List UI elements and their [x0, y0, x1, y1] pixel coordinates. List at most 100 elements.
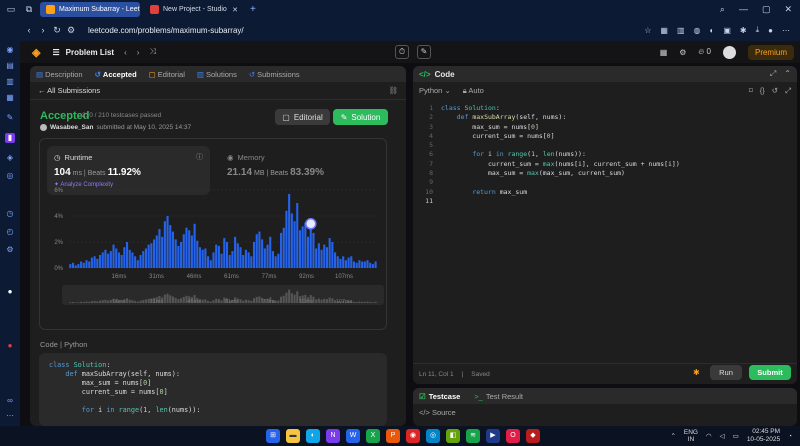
fullscreen-icon[interactable]: ⤢	[785, 86, 791, 96]
back-to-submissions-link[interactable]: ← All Submissions	[38, 86, 100, 95]
editorial-button[interactable]: ▢ Editorial	[275, 109, 330, 125]
forward-icon[interactable]: ›	[36, 25, 50, 35]
expand-icon[interactable]: ⤢	[770, 69, 776, 79]
shuffle-icon[interactable]: ⤨	[149, 47, 155, 57]
puzzle-icon[interactable]: ✱	[740, 26, 747, 35]
extension-icon[interactable]: ◐	[710, 26, 715, 35]
browser-icon[interactable]: ◎	[426, 429, 440, 443]
battery-icon[interactable]: ▭	[733, 432, 739, 440]
search-icon[interactable]: ⌕	[720, 4, 725, 15]
link-icon[interactable]: ⛓	[388, 86, 398, 95]
word-icon[interactable]: W	[346, 429, 360, 443]
extension-icon[interactable]: ◍	[694, 26, 701, 35]
new-tab-button[interactable]: +	[250, 4, 256, 15]
sidebar-app-icon[interactable]: ◴	[5, 227, 15, 237]
star-icon[interactable]: ☆	[644, 26, 651, 35]
submit-button[interactable]: Submit	[749, 365, 791, 380]
sidebar-app-icon[interactable]: ✎	[5, 113, 15, 123]
settings-icon[interactable]: ⚙	[679, 48, 686, 57]
reset-icon[interactable]: ↺	[772, 86, 778, 96]
powerpoint-icon[interactable]: P	[386, 429, 400, 443]
start-icon[interactable]: ⊞	[266, 429, 280, 443]
profile-icon[interactable]: ●	[768, 26, 773, 35]
streak-counter[interactable]: 🔥︎ 0	[698, 47, 711, 57]
reload-icon[interactable]: ↻	[50, 25, 64, 36]
format-icon[interactable]: {}	[760, 86, 765, 96]
next-problem-icon[interactable]: ›	[137, 48, 140, 57]
opera-icon[interactable]: O	[506, 429, 520, 443]
sidebar-app-icon[interactable]: ▤	[5, 61, 15, 71]
language-indicator[interactable]: ENG IN	[684, 429, 698, 443]
code-lines[interactable]: class Solution: def maxSubArray(self, nu…	[441, 104, 680, 197]
layout-icon[interactable]: ▦	[660, 48, 668, 57]
sidebar-app-icon[interactable]: ●	[5, 341, 15, 351]
chevron-up-icon[interactable]: ⌃	[670, 432, 675, 440]
tab-editorial[interactable]: ▢ Editorial	[149, 70, 185, 79]
sidebar-app-icon[interactable]: ∞	[5, 396, 15, 406]
debug-icon[interactable]: ✱	[693, 368, 700, 377]
your-submission-marker[interactable]	[305, 218, 317, 230]
sidebar-app-icon[interactable]: ◈	[5, 153, 15, 163]
site-info-icon[interactable]: ⚙	[64, 25, 78, 36]
nvidia-icon[interactable]: ◧	[446, 429, 460, 443]
media-icon[interactable]: ▶	[486, 429, 500, 443]
app-icon[interactable]: ◆	[526, 429, 540, 443]
tab-maximum-subarray[interactable]: Maximum Subarray - Leet ✕	[40, 2, 140, 17]
bookmark-icon[interactable]: ⌑	[749, 86, 753, 96]
tab-testcase[interactable]: ☑ Testcase	[419, 392, 460, 401]
sidebar-app-icon[interactable]: ●	[5, 287, 15, 297]
tab-accepted[interactable]: ↺ Accepted	[95, 70, 137, 79]
username-link[interactable]: Wasabee_San	[50, 124, 93, 131]
notes-icon[interactable]: ✎	[417, 45, 431, 59]
timer-icon[interactable]: ⏱	[395, 45, 409, 59]
maximize-icon[interactable]: ▢	[762, 4, 771, 15]
url-field[interactable]: leetcode.com/problems/maximum-subarray/	[88, 26, 244, 35]
source-toggle[interactable]: </> Source	[413, 404, 797, 421]
sidebar-toggle-icon[interactable]: ▭	[4, 3, 18, 17]
extension-icon[interactable]: ▦	[660, 26, 668, 35]
run-button[interactable]: Run	[710, 365, 742, 380]
file-explorer-icon[interactable]: ▬	[286, 429, 300, 443]
clock[interactable]: 02:45 PM 10-05-2025	[747, 428, 780, 444]
sidebar-app-icon[interactable]: ◷	[5, 209, 15, 219]
sidebar-app-icon[interactable]: ▦	[5, 93, 15, 103]
twitch-icon[interactable]: ▮	[5, 133, 15, 143]
onenote-icon[interactable]: N	[326, 429, 340, 443]
close-tab-icon[interactable]: ✕	[232, 6, 238, 14]
collapse-icon[interactable]: ⌃	[784, 69, 791, 79]
tab-solutions[interactable]: ▥ Solutions	[197, 70, 237, 79]
chrome-icon[interactable]: ◉	[406, 429, 420, 443]
sidebar-app-icon[interactable]: ▥	[5, 77, 15, 87]
excel-icon[interactable]: X	[366, 429, 380, 443]
sidebar-app-icon[interactable]: ◉	[5, 45, 15, 55]
language-select[interactable]: Python ⌄	[419, 86, 451, 95]
more-icon[interactable]: ⋯	[5, 411, 15, 421]
wifi-icon[interactable]: ◠	[706, 432, 712, 440]
prev-problem-icon[interactable]: ‹	[124, 48, 127, 57]
tab-description[interactable]: ▤ Description	[36, 70, 83, 79]
extension-icon[interactable]: ▣	[723, 26, 731, 35]
auto-toggle[interactable]: 🔒︎ Auto	[463, 86, 484, 96]
leetcode-logo-icon[interactable]: ◈	[32, 46, 40, 59]
tab-submissions[interactable]: ↺ Submissions	[249, 70, 300, 79]
problem-list-link[interactable]: Problem List	[66, 48, 114, 57]
extension-icon[interactable]: ▥	[677, 26, 685, 35]
settings-icon[interactable]: ⚙	[5, 245, 15, 255]
tab-new-project[interactable]: New Project - Studio ✕	[144, 2, 244, 17]
premium-button[interactable]: Premium	[747, 44, 794, 60]
runtime-distribution-chart[interactable]: 6% 4% 2% 0% 16ms 31ms 46ms 61ms 77ms 92ms 107ms 16m…	[39, 184, 387, 324]
spotify-icon[interactable]: ≋	[466, 429, 480, 443]
notification-icon[interactable]: ◔	[788, 433, 792, 440]
close-window-icon[interactable]: ✕	[784, 4, 792, 15]
avatar[interactable]	[722, 45, 736, 59]
download-icon[interactable]: ⤓	[756, 25, 760, 35]
tab-test-result[interactable]: >_ Test Result	[474, 392, 523, 401]
code-editor[interactable]: 1 2 3 4 5 6 7 8 9 10 11 class Solution: …	[413, 101, 797, 363]
info-icon[interactable]: ⓘ	[196, 152, 203, 162]
menu-icon[interactable]: ⋯	[782, 26, 790, 35]
sidebar-app-icon[interactable]: ◎	[5, 171, 15, 181]
minimize-icon[interactable]: —	[739, 4, 748, 15]
tabs-icon[interactable]: ⧉	[22, 3, 36, 17]
solution-button[interactable]: ✎ Solution	[333, 109, 388, 125]
edge-icon[interactable]: ◐	[306, 429, 320, 443]
